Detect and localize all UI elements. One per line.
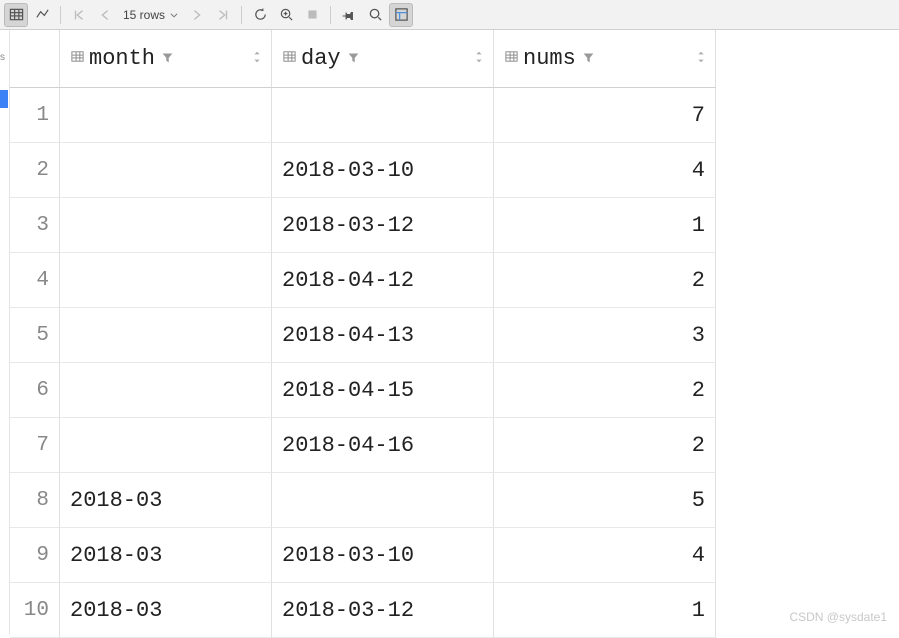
zoom-button[interactable] xyxy=(274,3,298,27)
column-header-month[interactable]: month xyxy=(60,30,272,88)
cell-nums[interactable]: 1 xyxy=(494,198,716,253)
data-grid: monthdaynums1722018-03-10432018-03-12142… xyxy=(10,30,716,634)
reload-button[interactable] xyxy=(248,3,272,27)
rows-label: 15 rows xyxy=(123,8,165,22)
sort-icon[interactable] xyxy=(473,46,485,71)
filter-icon[interactable] xyxy=(347,46,360,71)
cell-nums[interactable]: 4 xyxy=(494,143,716,198)
cell-month[interactable] xyxy=(60,308,272,363)
watermark: CSDN @sysdate1 xyxy=(789,610,887,624)
cell-nums[interactable]: 5 xyxy=(494,473,716,528)
cell-day[interactable]: 2018-03-10 xyxy=(272,143,494,198)
header-corner xyxy=(10,30,60,88)
search-button[interactable] xyxy=(363,3,387,27)
settings-button[interactable] xyxy=(389,3,413,27)
toolbar: 15 rows xyxy=(0,0,899,30)
sort-icon[interactable] xyxy=(251,46,263,71)
cell-day[interactable]: 2018-04-16 xyxy=(272,418,494,473)
rows-selector[interactable]: 15 rows xyxy=(119,8,183,22)
pin-button[interactable] xyxy=(337,3,361,27)
stop-button[interactable] xyxy=(300,3,324,27)
row-number[interactable]: 5 xyxy=(10,308,60,363)
first-page-button[interactable] xyxy=(67,3,91,27)
cell-day[interactable] xyxy=(272,88,494,143)
column-label: day xyxy=(301,46,341,71)
cell-day[interactable]: 2018-03-12 xyxy=(272,198,494,253)
chart-view-button[interactable] xyxy=(30,3,54,27)
row-number[interactable]: 9 xyxy=(10,528,60,583)
toolbar-separator xyxy=(241,6,242,24)
filter-icon[interactable] xyxy=(161,46,174,71)
row-number[interactable]: 10 xyxy=(10,583,60,638)
cell-month[interactable]: 2018-03 xyxy=(60,528,272,583)
cell-month[interactable] xyxy=(60,363,272,418)
cell-month[interactable] xyxy=(60,253,272,308)
cell-month[interactable]: 2018-03 xyxy=(60,583,272,638)
cell-day[interactable]: 2018-04-13 xyxy=(272,308,494,363)
column-header-day[interactable]: day xyxy=(272,30,494,88)
column-header-nums[interactable]: nums xyxy=(494,30,716,88)
prev-page-button[interactable] xyxy=(93,3,117,27)
cell-month[interactable] xyxy=(60,88,272,143)
cell-nums[interactable]: 4 xyxy=(494,528,716,583)
next-page-button[interactable] xyxy=(185,3,209,27)
cell-day[interactable] xyxy=(272,473,494,528)
table-view-button[interactable] xyxy=(4,3,28,27)
row-number[interactable]: 4 xyxy=(10,253,60,308)
gutter-label: s xyxy=(0,52,5,63)
left-gutter: s xyxy=(0,30,10,634)
column-icon xyxy=(70,46,85,71)
cell-day[interactable]: 2018-03-10 xyxy=(272,528,494,583)
toolbar-separator xyxy=(330,6,331,24)
cell-nums[interactable]: 7 xyxy=(494,88,716,143)
toolbar-separator xyxy=(60,6,61,24)
column-icon xyxy=(282,46,297,71)
cell-day[interactable]: 2018-04-15 xyxy=(272,363,494,418)
row-number[interactable]: 6 xyxy=(10,363,60,418)
cell-month[interactable] xyxy=(60,418,272,473)
row-number[interactable]: 7 xyxy=(10,418,60,473)
column-label: month xyxy=(89,46,155,71)
cell-nums[interactable]: 1 xyxy=(494,583,716,638)
row-number[interactable]: 1 xyxy=(10,88,60,143)
chevron-down-icon xyxy=(169,10,179,20)
cell-nums[interactable]: 2 xyxy=(494,253,716,308)
column-label: nums xyxy=(523,46,576,71)
column-icon xyxy=(504,46,519,71)
sort-icon[interactable] xyxy=(695,46,707,71)
cell-day[interactable]: 2018-04-12 xyxy=(272,253,494,308)
selection-indicator xyxy=(0,90,8,108)
cell-month[interactable] xyxy=(60,143,272,198)
row-number[interactable]: 8 xyxy=(10,473,60,528)
cell-day[interactable]: 2018-03-12 xyxy=(272,583,494,638)
cell-month[interactable] xyxy=(60,198,272,253)
row-number[interactable]: 2 xyxy=(10,143,60,198)
filter-icon[interactable] xyxy=(582,46,595,71)
row-number[interactable]: 3 xyxy=(10,198,60,253)
cell-nums[interactable]: 3 xyxy=(494,308,716,363)
last-page-button[interactable] xyxy=(211,3,235,27)
cell-nums[interactable]: 2 xyxy=(494,363,716,418)
cell-month[interactable]: 2018-03 xyxy=(60,473,272,528)
cell-nums[interactable]: 2 xyxy=(494,418,716,473)
